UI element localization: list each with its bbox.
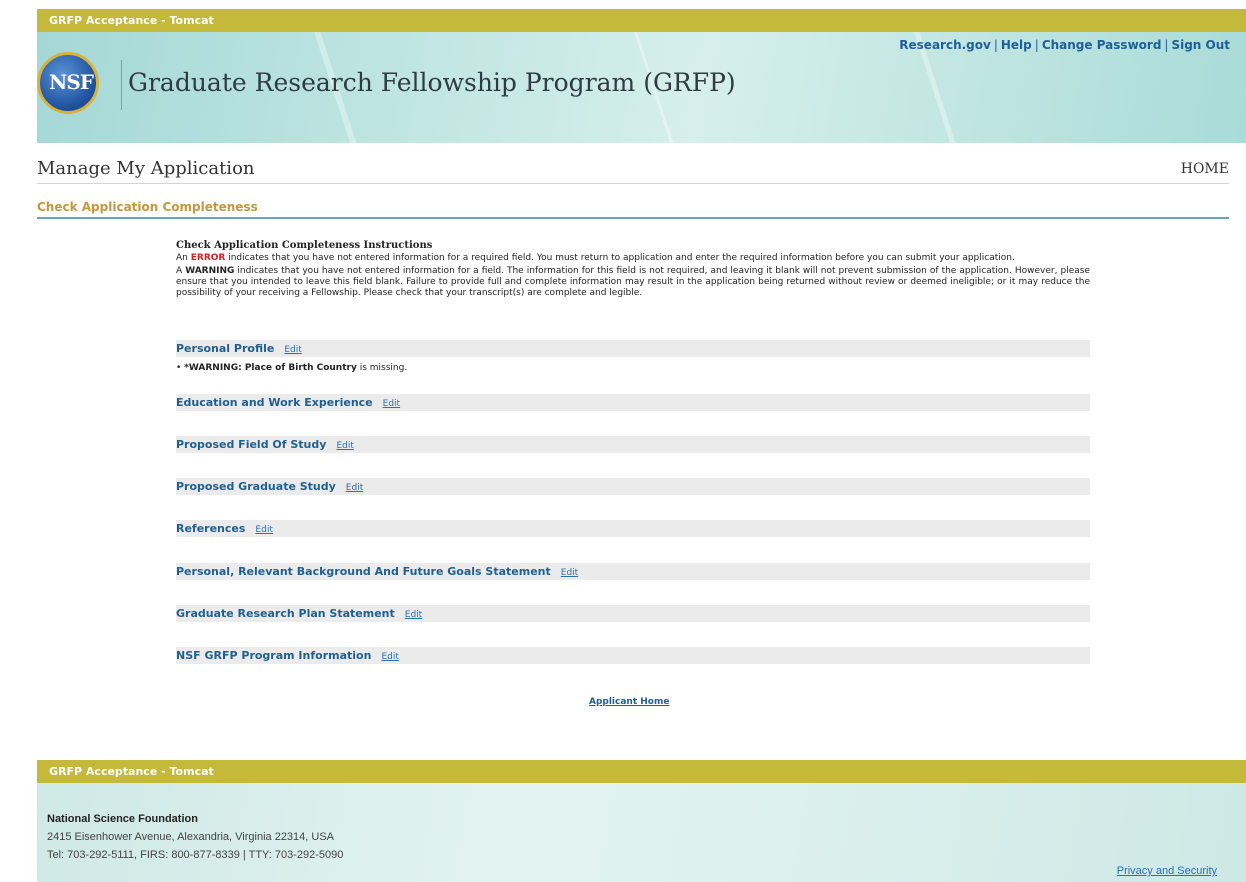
section-graduate-study: Proposed Graduate Study Edit xyxy=(176,478,1090,495)
section-label: Education and Work Experience xyxy=(176,396,373,409)
section-label: Proposed Field Of Study xyxy=(176,438,327,451)
footer-environment-bar: GRFP Acceptance - Tomcat xyxy=(37,760,1246,783)
edit-background-statement-link[interactable]: Edit xyxy=(561,568,578,578)
footer-environment-label: GRFP Acceptance - Tomcat xyxy=(49,765,214,778)
edit-education-link[interactable]: Edit xyxy=(383,399,400,409)
sign-out-link[interactable]: Sign Out xyxy=(1171,38,1230,52)
section-label: Personal Profile xyxy=(176,342,275,355)
missing-item: • *WARNING: Place of Birth Country is mi… xyxy=(176,363,408,373)
section-label: Proposed Graduate Study xyxy=(176,480,336,493)
footer-phone: Tel: 703-292-5111, FIRS: 800-877-8339 | … xyxy=(47,849,344,861)
page-title: Manage My Application xyxy=(37,158,255,179)
research-gov-link[interactable]: Research.gov xyxy=(899,38,991,52)
program-title: Graduate Research Fellowship Program (GR… xyxy=(128,68,736,97)
utility-links: Research.gov | Help | Change Password | Sign O… xyxy=(899,38,1230,52)
missing-warning-text: is missing. xyxy=(359,363,408,373)
instructions-block: Check Application Completeness Instructi… xyxy=(176,240,1090,301)
environment-bar: GRFP Acceptance - Tomcat xyxy=(37,9,1246,32)
header-banner: NSF Graduate Research Fellowship Program… xyxy=(37,32,1246,143)
section-label: Graduate Research Plan Statement xyxy=(176,607,395,620)
section-personal-profile: Personal Profile Edit xyxy=(176,340,1090,357)
warning-keyword: WARNING xyxy=(185,266,235,276)
section-field-of-study: Proposed Field Of Study Edit xyxy=(176,436,1090,453)
error-keyword: ERROR xyxy=(190,253,226,263)
privacy-security-link[interactable]: Privacy and Security xyxy=(1117,865,1217,877)
section-program-information: NSF GRFP Program Information Edit xyxy=(176,647,1090,664)
section-references: References Edit xyxy=(176,520,1090,537)
environment-label: GRFP Acceptance - Tomcat xyxy=(49,14,214,27)
home-link[interactable]: HOME xyxy=(1181,161,1229,177)
error-instruction: An ERROR indicates that you have not ent… xyxy=(176,253,1015,263)
help-link[interactable]: Help xyxy=(1001,38,1032,52)
edit-references-link[interactable]: Edit xyxy=(255,525,272,535)
edit-field-of-study-link[interactable]: Edit xyxy=(336,441,353,451)
edit-research-plan-link[interactable]: Edit xyxy=(405,610,422,620)
warning-instruction: A WARNING indicates that you have not en… xyxy=(176,266,1090,298)
section-label: References xyxy=(176,522,246,535)
edit-personal-profile-link[interactable]: Edit xyxy=(284,345,301,355)
edit-program-information-link[interactable]: Edit xyxy=(381,652,398,662)
section-divider xyxy=(37,217,1229,219)
edit-graduate-study-link[interactable]: Edit xyxy=(346,483,363,493)
footer-org-name: National Science Foundation xyxy=(47,813,198,825)
missing-warning-label: *WARNING: Place of Birth Country xyxy=(184,363,357,373)
section-heading: Check Application Completeness xyxy=(37,200,258,214)
applicant-home-link[interactable]: Applicant Home xyxy=(589,697,669,707)
section-education: Education and Work Experience Edit xyxy=(176,394,1090,411)
section-background-statement: Personal, Relevant Background And Future… xyxy=(176,563,1090,580)
nsf-logo[interactable]: NSF xyxy=(37,52,99,114)
title-divider xyxy=(37,183,1229,184)
instructions-title: Check Application Completeness Instructi… xyxy=(176,240,433,251)
section-label: Personal, Relevant Background And Future… xyxy=(176,565,551,578)
section-research-plan: Graduate Research Plan Statement Edit xyxy=(176,605,1090,622)
change-password-link[interactable]: Change Password xyxy=(1042,38,1162,52)
logo-divider xyxy=(121,60,122,110)
footer: National Science Foundation 2415 Eisenho… xyxy=(37,783,1246,882)
footer-address: 2415 Eisenhower Avenue, Alexandria, Virg… xyxy=(47,831,335,843)
nsf-logo-text: NSF xyxy=(49,70,94,94)
section-label: NSF GRFP Program Information xyxy=(176,649,372,662)
